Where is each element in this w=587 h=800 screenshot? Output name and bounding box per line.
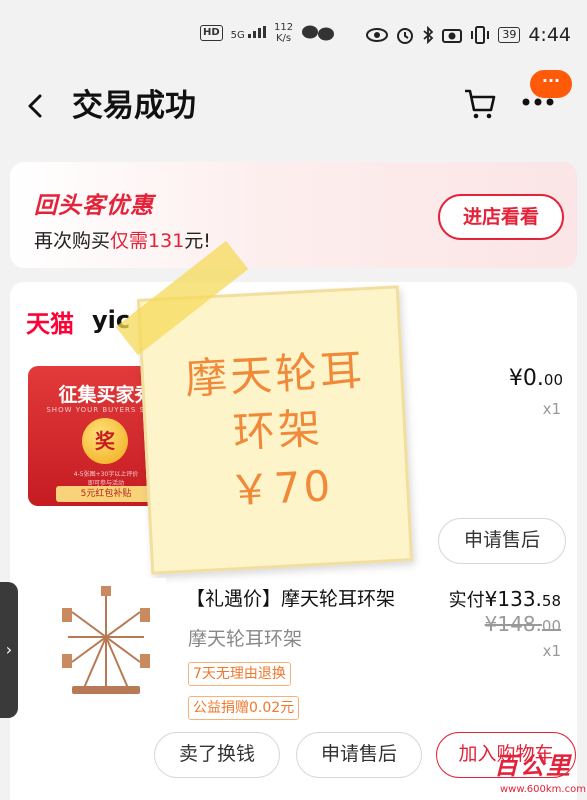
side-expand-tab[interactable]: ›	[0, 582, 18, 718]
tmall-logo: 天猫	[26, 310, 74, 338]
sticky-note-price: ￥70	[227, 461, 335, 516]
back-arrow-icon[interactable]	[20, 86, 50, 126]
promo-desc-prefix: 再次购买	[34, 230, 111, 252]
wechat-icon	[302, 25, 335, 41]
orig-decimal: 00	[541, 617, 561, 635]
status-left: HD 5G 112 K/s	[200, 22, 337, 44]
item2-paid-price: 实付¥133.58	[449, 586, 561, 612]
net-speed-value: 112	[273, 22, 294, 33]
signal-icon	[247, 25, 266, 38]
item2-after-sale-button[interactable]: 申请售后	[296, 732, 422, 778]
item2-quantity: x1	[542, 642, 561, 660]
visit-store-button[interactable]: 进店看看	[438, 194, 564, 240]
bluetooth-icon	[423, 26, 434, 44]
item2-original-price: ¥148.00	[485, 612, 561, 636]
message-badge[interactable]: ···	[530, 70, 572, 98]
battery-indicator: 39	[498, 27, 521, 43]
sticky-note: 摩天轮耳 环架 ￥70	[136, 285, 414, 575]
net-speed-unit: K/s	[275, 33, 292, 44]
eye-icon	[366, 28, 389, 42]
item1-quantity: x1	[542, 400, 561, 418]
hd-badge: HD	[200, 25, 223, 41]
clock: 4:44	[528, 24, 571, 46]
status-bar: HD 5G 112 K/s 39 4:44	[0, 0, 587, 64]
camera-icon	[442, 29, 463, 43]
watermark-url: www.600km.com	[500, 784, 586, 795]
status-right: 39 4:44	[366, 24, 571, 46]
reward-coin-icon: 奖	[82, 418, 128, 464]
promo-description: 再次购买仅需131元!	[34, 226, 211, 253]
paid-label: 实付	[448, 590, 485, 611]
paid-decimal: 58	[541, 592, 561, 610]
item2-sku: 摩天轮耳环架	[188, 628, 303, 650]
nav-bar: 交易成功 ···	[0, 64, 587, 150]
charity-tag: 公益捐赠0.02元	[188, 696, 300, 720]
item1-after-sale-button[interactable]: 申请售后	[438, 518, 566, 564]
watermark-text: 百公里	[494, 752, 572, 780]
signal-label: 5G	[230, 29, 245, 41]
vibrate-icon	[471, 26, 490, 44]
orig-main: ¥148.	[484, 612, 542, 636]
return-policy-tag: 7天无理由退换	[188, 662, 291, 686]
item1-price-main: ¥0.	[508, 366, 544, 391]
page-title: 交易成功	[72, 88, 196, 124]
promo-desc-highlight: 仅需131	[110, 230, 185, 252]
returning-customer-promo: 回头客优惠 再次购买仅需131元! 进店看看	[10, 162, 577, 268]
sell-button[interactable]: 卖了换钱	[154, 732, 280, 778]
paid-main: ¥133.	[484, 587, 542, 611]
cart-icon[interactable]	[462, 86, 498, 122]
site-watermark: 百公里 www.600km.com	[476, 742, 587, 800]
ferris-wheel-earring-stand-image[interactable]	[46, 578, 166, 704]
item1-price-decimal: 00	[543, 371, 563, 389]
signal-indicator: 5G	[230, 25, 266, 41]
promo-title: 回头客优惠	[34, 193, 154, 219]
promo-desc-suffix: 元!	[184, 230, 211, 252]
reward-image-tag: 5元红包补贴	[56, 486, 156, 502]
item2-title[interactable]: 【礼遇价】摩天轮耳环架	[186, 584, 434, 611]
item1-price: ¥0.00	[509, 366, 563, 391]
net-speed: 112 K/s	[274, 22, 293, 44]
alarm-icon	[397, 28, 414, 44]
